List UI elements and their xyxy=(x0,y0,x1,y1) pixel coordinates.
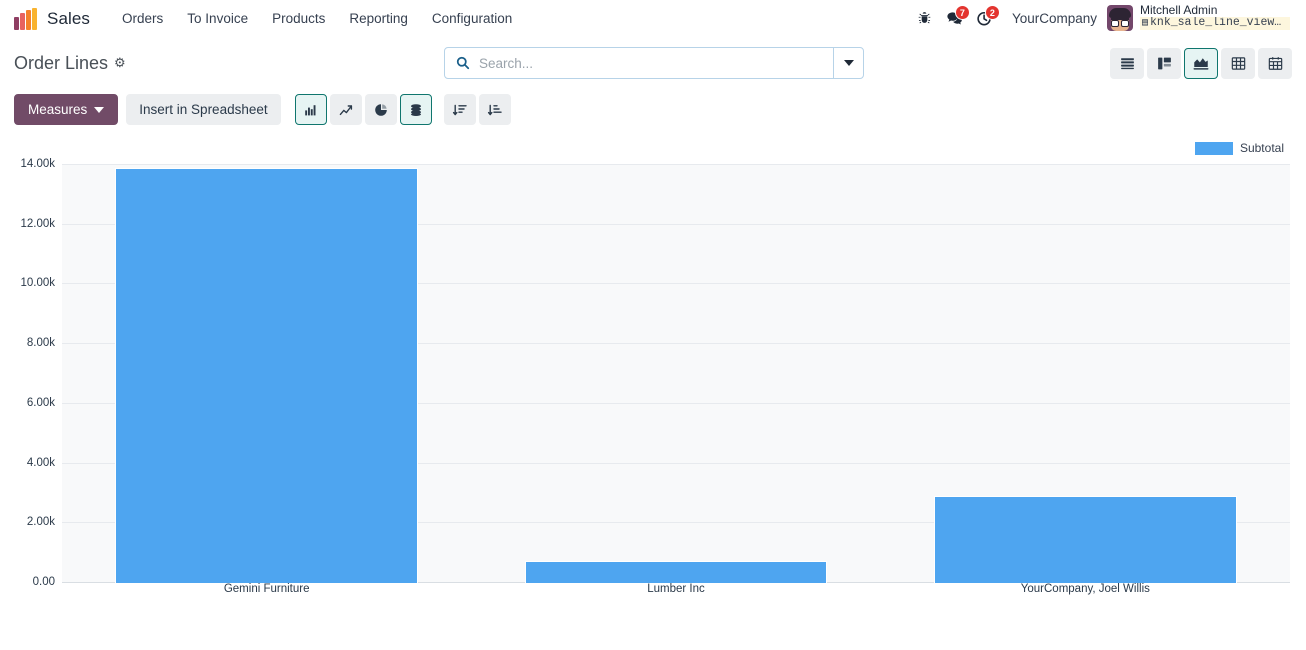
bug-icon[interactable] xyxy=(910,4,940,34)
database-name: knk_sale_line_views_impo… xyxy=(1150,17,1290,29)
y-axis-tick-label: 10.00k xyxy=(20,277,55,290)
company-switcher[interactable]: YourCompany xyxy=(1000,11,1107,26)
caret-down-icon xyxy=(94,106,105,113)
view-list[interactable] xyxy=(1110,47,1144,79)
bar-slot xyxy=(881,165,1290,583)
y-axis-tick-label: 8.00k xyxy=(26,337,55,350)
chart-type-group xyxy=(294,94,511,125)
graph-view: Subtotal 0.00 2.00k 4.00k 6.00k 8.00k 10.00k 1… xyxy=(0,135,1306,595)
sales-app-logo-icon[interactable] xyxy=(14,7,38,30)
breadcrumb: Order Lines ⚙ xyxy=(14,53,126,74)
menu-item-products[interactable]: Products xyxy=(260,5,337,32)
messages-badge: 7 xyxy=(954,4,970,20)
view-graph[interactable] xyxy=(1184,47,1218,79)
y-axis-tick-label: 12.00k xyxy=(20,217,55,230)
menu-item-configuration[interactable]: Configuration xyxy=(420,5,524,32)
y-axis-tick-label: 4.00k xyxy=(26,456,55,469)
bar-chart-button[interactable] xyxy=(294,94,327,125)
pie-chart-button[interactable] xyxy=(364,94,397,125)
measures-label: Measures xyxy=(28,102,88,117)
insert-in-spreadsheet-button[interactable]: Insert in Spreadsheet xyxy=(126,94,281,125)
chart-bars xyxy=(62,165,1290,583)
menu-item-to-invoice[interactable]: To Invoice xyxy=(175,5,260,32)
user-name: Mitchell Admin xyxy=(1140,2,1218,17)
page-title: Order Lines xyxy=(14,52,109,73)
avatar xyxy=(1107,5,1133,32)
navbar-right-tools: 7 2 YourCompany Mitchell Admin ▤ knk_sale… xyxy=(910,2,1296,34)
messages-icon[interactable]: 7 xyxy=(940,4,970,34)
view-switcher xyxy=(1110,47,1292,79)
view-pivot[interactable] xyxy=(1221,47,1255,79)
search-icon xyxy=(445,56,477,70)
chevron-down-icon xyxy=(843,60,854,66)
measures-button[interactable]: Measures xyxy=(14,94,119,125)
user-menu[interactable]: Mitchell Admin ▤knk_sale_line_views_impo… xyxy=(1107,2,1292,34)
sort-ascending-button[interactable] xyxy=(478,94,511,125)
control-panel: Order Lines ⚙ xyxy=(0,38,1306,88)
app-name-sales[interactable]: Sales xyxy=(47,9,90,29)
database-badge: ▤knk_sale_line_views_impo… xyxy=(1140,17,1290,30)
searchbar[interactable] xyxy=(444,47,864,79)
top-navbar: Sales Orders To Invoice Products Reporti… xyxy=(0,0,1306,38)
y-axis-tick-label: 0.00 xyxy=(32,576,55,588)
bar-slot xyxy=(471,165,880,583)
chart-plot-area: 0.00 2.00k 4.00k 6.00k 8.00k 10.00k 12.00k 14.0… xyxy=(20,158,1290,588)
legend-label-subtotal: Subtotal xyxy=(1239,141,1284,155)
stacked-button[interactable] xyxy=(399,94,432,125)
view-kanban[interactable] xyxy=(1147,47,1181,79)
y-axis-tick-label: 2.00k xyxy=(26,516,55,529)
chart-bar[interactable] xyxy=(933,495,1237,583)
y-axis-tick-label: 14.00k xyxy=(20,158,55,170)
bar-slot xyxy=(62,165,471,583)
search-input[interactable] xyxy=(477,48,833,78)
gear-icon[interactable]: ⚙ xyxy=(114,55,126,71)
chart-bar[interactable] xyxy=(115,168,419,583)
search-dropdown-toggle[interactable] xyxy=(833,48,863,78)
legend-swatch-subtotal xyxy=(1194,141,1233,155)
main-menu: Orders To Invoice Products Reporting Con… xyxy=(110,5,524,32)
x-axis-tick-label: Lumber Inc xyxy=(647,583,705,595)
menu-item-orders[interactable]: Orders xyxy=(110,5,175,32)
menu-item-reporting[interactable]: Reporting xyxy=(337,5,420,32)
x-axis-tick-label: Gemini Furniture xyxy=(223,583,310,595)
sort-descending-button[interactable] xyxy=(443,94,476,125)
graph-toolbar: Measures Insert in Spreadsheet xyxy=(0,88,1306,135)
y-axis-tick-label: 6.00k xyxy=(26,396,55,409)
line-chart-button[interactable] xyxy=(329,94,362,125)
chart-legend[interactable]: Subtotal xyxy=(1194,141,1284,155)
view-calendar[interactable] xyxy=(1258,47,1292,79)
activities-badge: 2 xyxy=(984,4,1000,20)
x-axis-tick-label: YourCompany, Joel Willis xyxy=(1020,583,1150,595)
search-area xyxy=(444,47,864,79)
chart-bar[interactable] xyxy=(524,560,828,583)
activities-clock-icon[interactable]: 2 xyxy=(970,4,1000,34)
chart-x-axis-labels: Gemini Furniture Lumber Inc YourCompany, J… xyxy=(62,583,1290,595)
database-icon: ▤ xyxy=(1142,18,1149,29)
